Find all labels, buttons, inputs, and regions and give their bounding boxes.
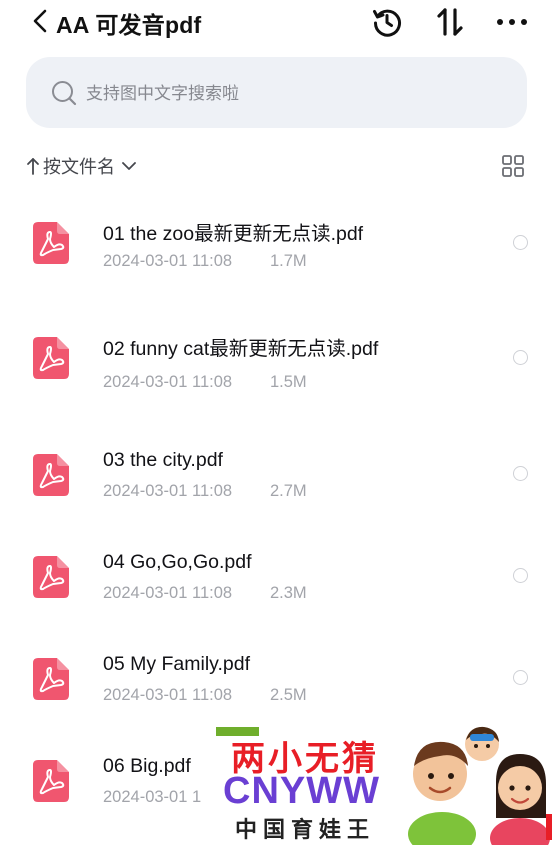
grid-view-icon[interactable] [501,154,525,178]
pdf-file-icon [33,454,69,496]
file-list-item[interactable]: 05 My Family.pdf 2024-03-01 11:08 2.5M [0,631,554,731]
file-date: 2024-03-01 11:08 [103,686,233,704]
top-bar: AA 可发音pdf [0,0,554,46]
pdf-file-icon [33,222,69,264]
file-size: 1.5M [270,373,307,391]
pdf-file-icon [33,658,69,700]
file-name: 04 Go,Go,Go.pdf [103,551,252,573]
history-button[interactable] [370,5,404,39]
pdf-file-icon [33,556,69,598]
file-list-item[interactable]: 01 the zoo最新更新无点读.pdf 2024-03-01 11:08 1.7… [0,195,554,295]
watermark: 两小无猜 CNYWW 中国育娃王 [215,722,554,845]
chevron-left-icon[interactable] [30,8,52,34]
select-checkbox[interactable] [513,670,528,685]
sort-order-button[interactable] [433,5,467,39]
file-name: 06 Big.pdf [103,755,191,777]
arrow-up-icon [27,158,39,175]
file-date: 2024-03-01 11:08 [103,252,233,270]
select-checkbox[interactable] [513,350,528,365]
sort-arrows-icon [437,8,463,36]
more-icon [497,19,527,25]
file-size: 2.7M [270,482,307,500]
sort-label: 按文件名 [43,157,115,177]
file-date: 2024-03-01 11:08 [103,373,233,391]
file-name: 01 the zoo最新更新无点读.pdf [103,223,364,245]
select-checkbox[interactable] [513,568,528,583]
more-button[interactable] [495,5,529,39]
search-bar[interactable] [26,57,527,128]
file-size: 2.5M [270,686,307,704]
pdf-file-icon [33,337,69,379]
file-date: 2024-03-01 11:08 [103,482,233,500]
sort-selector[interactable]: 按文件名 [26,153,137,179]
history-icon [373,9,401,37]
select-checkbox[interactable] [513,235,528,250]
file-size: 1.7M [270,252,307,270]
kids-illustration [408,726,552,845]
chevron-down-icon [122,162,136,170]
search-input[interactable] [84,77,488,111]
file-date: 2024-03-01 11:08 [103,584,233,602]
watermark-line2: CNYWW [223,770,380,812]
pdf-file-icon [33,760,69,802]
file-list-item[interactable]: 02 funny cat最新更新无点读.pdf 2024-03-01 11:08 1… [0,310,554,410]
select-checkbox[interactable] [513,466,528,481]
file-name: 03 the city.pdf [103,449,223,471]
watermark-line3: 中国育娃王 [235,818,376,843]
file-list-item[interactable]: 04 Go,Go,Go.pdf 2024-03-01 11:08 2.3M [0,529,554,629]
page-title: AA 可发音pdf [56,12,202,38]
file-name: 05 My Family.pdf [103,653,251,675]
file-date: 2024-03-01 1 [103,788,202,806]
file-size: 2.3M [270,584,307,602]
search-icon [52,81,77,106]
file-name: 02 funny cat最新更新无点读.pdf [103,338,379,360]
file-list-item[interactable]: 03 the city.pdf 2024-03-01 11:08 2.7M [0,427,554,527]
